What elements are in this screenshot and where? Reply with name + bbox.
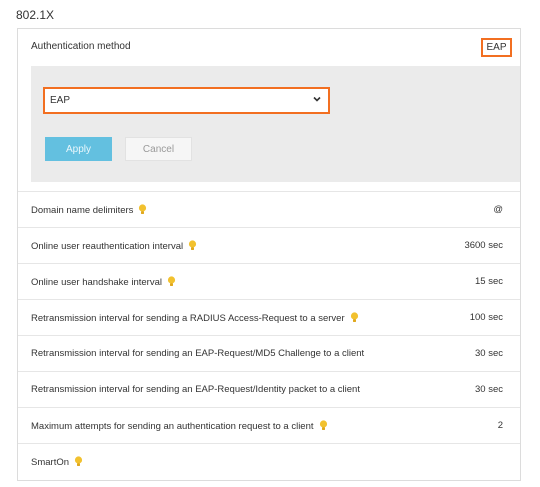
setting-label: Retransmission interval for sending an E…: [31, 384, 360, 395]
setting-value: 100 sec: [469, 312, 503, 323]
cancel-button[interactable]: Cancel: [125, 137, 192, 161]
lightbulb-icon[interactable]: [138, 204, 147, 215]
setting-row-max-attempts: Maximum attempts for sending an authenti…: [18, 407, 520, 443]
settings-panel: Authentication method EAP EAP Apply Canc…: [17, 28, 521, 481]
setting-value: 15 sec: [475, 276, 503, 287]
settings-list: Domain name delimiters @ Online user rea…: [18, 191, 520, 479]
setting-row-identity-retransmission: Retransmission interval for sending an E…: [18, 371, 520, 407]
setting-value: 30 sec: [475, 384, 503, 395]
auth-method-label: Authentication method: [31, 41, 131, 52]
setting-label-text: Maximum attempts for sending an authenti…: [31, 421, 314, 432]
setting-label-text: Domain name delimiters: [31, 205, 134, 216]
setting-value: @: [493, 204, 503, 215]
apply-button[interactable]: Apply: [45, 137, 112, 161]
setting-label: Retransmission interval for sending a RA…: [31, 312, 359, 324]
auth-method-row: Authentication method EAP: [18, 29, 520, 65]
setting-row-handshake-interval: Online user handshake interval 15 sec: [18, 263, 520, 299]
setting-label: SmartOn: [31, 456, 83, 468]
setting-label-text: Online user reauthentication interval: [31, 241, 184, 252]
setting-row-reauth-interval: Online user reauthentication interval 36…: [18, 227, 520, 263]
chevron-down-icon: [313, 96, 321, 102]
lightbulb-icon[interactable]: [167, 276, 176, 287]
auth-method-editor: EAP Apply Cancel: [31, 66, 520, 182]
auth-method-select-value: EAP: [50, 95, 71, 106]
setting-label: Online user reauthentication interval: [31, 240, 197, 252]
setting-label-text: Retransmission interval for sending a RA…: [31, 313, 345, 324]
setting-label: Online user handshake interval: [31, 276, 176, 288]
setting-value: 3600 sec: [464, 240, 503, 251]
setting-row-smarton: SmartOn: [18, 443, 520, 479]
lightbulb-icon[interactable]: [74, 456, 83, 467]
setting-label-text: SmartOn: [31, 457, 70, 468]
setting-row-md5-retransmission: Retransmission interval for sending an E…: [18, 335, 520, 371]
auth-method-select[interactable]: EAP: [43, 87, 330, 114]
setting-label: Domain name delimiters: [31, 204, 147, 216]
lightbulb-icon[interactable]: [350, 312, 359, 323]
setting-row-radius-retransmission: Retransmission interval for sending a RA…: [18, 299, 520, 335]
setting-label-text: Online user handshake interval: [31, 277, 162, 288]
lightbulb-icon[interactable]: [319, 420, 328, 431]
setting-value: 30 sec: [475, 348, 503, 359]
setting-row-domain-delimiters: Domain name delimiters @: [18, 191, 520, 227]
auth-method-value: EAP: [481, 38, 512, 57]
setting-label: Retransmission interval for sending an E…: [31, 348, 365, 359]
lightbulb-icon[interactable]: [188, 240, 197, 251]
setting-label: Maximum attempts for sending an authenti…: [31, 420, 328, 432]
section-title: 802.1X: [16, 8, 55, 22]
setting-value: 2: [497, 420, 503, 431]
